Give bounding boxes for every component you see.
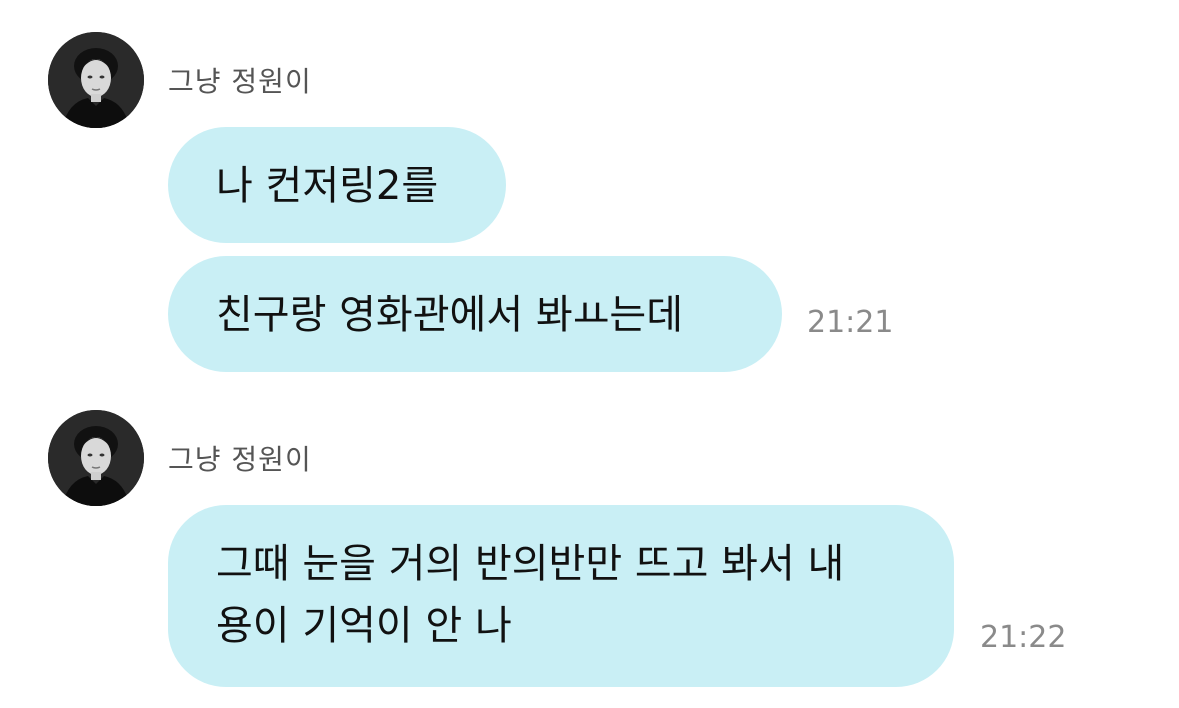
sender-name: 그냥 정원이 (168, 65, 312, 98)
message-text: 친구랑 영화관에서 봐ㅛ는데 (216, 292, 684, 338)
message-bubble[interactable]: 그때 눈을 거의 반의반만 뜨고 봐서 내 용이 기억이 안 나 (168, 505, 954, 687)
message-timestamp: 21:22 (980, 620, 1067, 655)
message-text: 나 컨저링2를 (216, 163, 439, 209)
message-text-line: 그때 눈을 거의 반의반만 뜨고 봐서 내 (216, 541, 845, 587)
profile-photo-icon (48, 410, 144, 506)
message-bubble[interactable]: 친구랑 영화관에서 봐ㅛ는데 (168, 256, 782, 372)
message-timestamp: 21:21 (807, 305, 894, 340)
profile-photo-icon (48, 32, 144, 128)
sender-avatar[interactable] (48, 32, 144, 128)
message-text-line: 용이 기억이 안 나 (216, 603, 512, 649)
sender-avatar[interactable] (48, 410, 144, 506)
sender-name: 그냥 정원이 (168, 443, 312, 476)
message-bubble[interactable]: 나 컨저링2를 (168, 127, 506, 243)
